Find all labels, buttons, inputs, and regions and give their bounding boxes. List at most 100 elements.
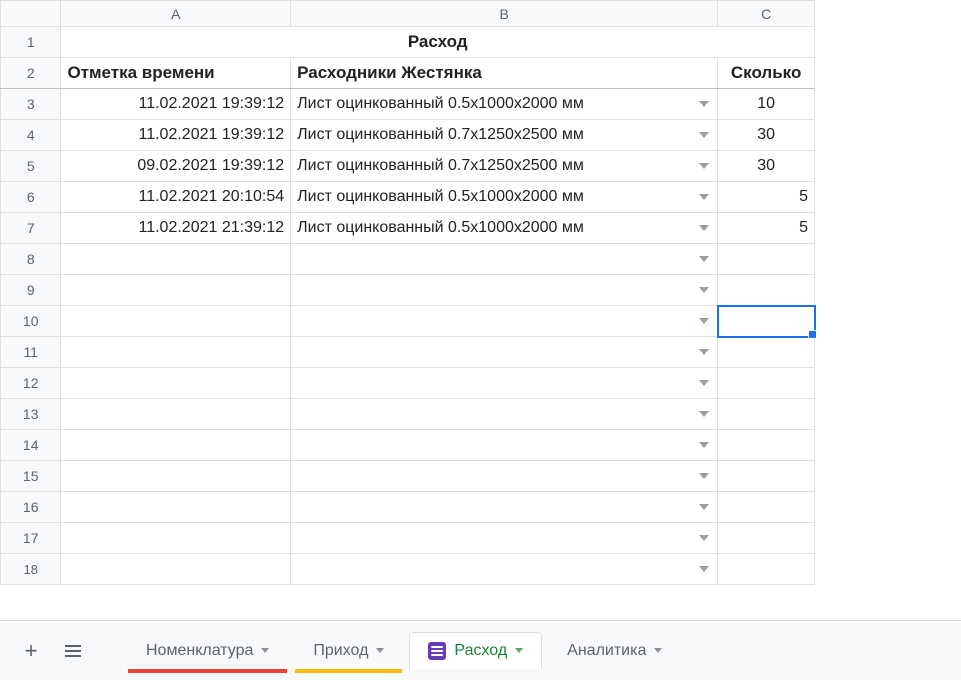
cell-A14[interactable] [61,430,291,461]
tab-nomenclature[interactable]: Номенклатура [128,633,287,669]
cell-B2[interactable]: Расходники Жестянка [291,58,718,89]
cell-C12[interactable] [718,368,815,399]
col-header-A[interactable]: A [61,1,291,27]
cell-C5[interactable]: 30 [718,151,815,182]
dropdown-icon[interactable] [699,101,709,107]
form-icon [428,642,446,660]
cell-B18[interactable] [291,554,718,585]
row-header-18[interactable]: 18 [1,554,61,585]
dropdown-icon[interactable] [699,256,709,262]
dropdown-icon[interactable] [699,535,709,541]
cell-A8[interactable] [61,244,291,275]
cell-B8[interactable] [291,244,718,275]
cell-C8[interactable] [718,244,815,275]
row-header-1[interactable]: 1 [1,27,61,58]
cell-A9[interactable] [61,275,291,306]
cell-A11[interactable] [61,337,291,368]
row-header-15[interactable]: 15 [1,461,61,492]
cell-C4[interactable]: 30 [718,120,815,151]
dropdown-icon[interactable] [699,380,709,386]
cell-A5[interactable]: 09.02.2021 19:39:12 [61,151,291,182]
dropdown-icon[interactable] [699,411,709,417]
cell-C18[interactable] [718,554,815,585]
cell-B7-text: Лист оцинкованный 0.5х1000х2000 мм [297,219,584,236]
row-header-12[interactable]: 12 [1,368,61,399]
dropdown-icon[interactable] [699,442,709,448]
row-header-5[interactable]: 5 [1,151,61,182]
cell-A17[interactable] [61,523,291,554]
cell-B9[interactable] [291,275,718,306]
row-header-2[interactable]: 2 [1,58,61,89]
cell-A18[interactable] [61,554,291,585]
cell-C16[interactable] [718,492,815,523]
cell-C2[interactable]: Сколько [718,58,815,89]
cell-A7[interactable]: 11.02.2021 21:39:12 [61,213,291,244]
cell-A6[interactable]: 11.02.2021 20:10:54 [61,182,291,213]
dropdown-icon[interactable] [699,504,709,510]
dropdown-icon[interactable] [699,566,709,572]
row-header-8[interactable]: 8 [1,244,61,275]
col-header-B[interactable]: B [291,1,718,27]
cell-C11[interactable] [718,337,815,368]
cell-B4[interactable]: Лист оцинкованный 0.7х1250х2500 мм [291,120,718,151]
cell-A12[interactable] [61,368,291,399]
cell-A10[interactable] [61,306,291,337]
col-header-C[interactable]: C [718,1,815,27]
cell-C6[interactable]: 5 [718,182,815,213]
dropdown-icon[interactable] [699,287,709,293]
dropdown-icon[interactable] [699,194,709,200]
cell-B7[interactable]: Лист оцинкованный 0.5х1000х2000 мм [291,213,718,244]
cell-B12[interactable] [291,368,718,399]
dropdown-icon[interactable] [699,473,709,479]
cell-B11[interactable] [291,337,718,368]
row-header-9[interactable]: 9 [1,275,61,306]
cell-A15[interactable] [61,461,291,492]
row-header-10[interactable]: 10 [1,306,61,337]
dropdown-icon[interactable] [699,225,709,231]
tab-label: Расход [454,642,507,660]
cell-C10-selected[interactable] [718,306,815,337]
cell-B13[interactable] [291,399,718,430]
dropdown-icon[interactable] [699,318,709,324]
select-all-corner[interactable] [1,1,61,27]
cell-B10[interactable] [291,306,718,337]
chevron-down-icon [261,648,269,653]
add-sheet-button[interactable]: + [14,634,48,668]
dropdown-icon[interactable] [699,132,709,138]
tab-analytics[interactable]: Аналитика [549,633,680,669]
row-header-4[interactable]: 4 [1,120,61,151]
cell-B17[interactable] [291,523,718,554]
cell-C7[interactable]: 5 [718,213,815,244]
row-header-16[interactable]: 16 [1,492,61,523]
tab-expense[interactable]: Расход [410,633,541,669]
cell-A13[interactable] [61,399,291,430]
row-header-11[interactable]: 11 [1,337,61,368]
cell-B15[interactable] [291,461,718,492]
row-header-13[interactable]: 13 [1,399,61,430]
cell-A2[interactable]: Отметка времени [61,58,291,89]
cell-B14[interactable] [291,430,718,461]
dropdown-icon[interactable] [699,349,709,355]
cell-C13[interactable] [718,399,815,430]
dropdown-icon[interactable] [699,163,709,169]
row-header-7[interactable]: 7 [1,213,61,244]
cell-C9[interactable] [718,275,815,306]
cell-A3[interactable]: 11.02.2021 19:39:12 [61,89,291,120]
cell-B3[interactable]: Лист оцинкованный 0.5х1000х2000 мм [291,89,718,120]
row-header-17[interactable]: 17 [1,523,61,554]
tab-income[interactable]: Приход [295,633,402,669]
cell-C14[interactable] [718,430,815,461]
cell-A4[interactable]: 11.02.2021 19:39:12 [61,120,291,151]
row-header-3[interactable]: 3 [1,89,61,120]
cell-C3[interactable]: 10 [718,89,815,120]
cell-B6[interactable]: Лист оцинкованный 0.5х1000х2000 мм [291,182,718,213]
cell-B5[interactable]: Лист оцинкованный 0.7х1250х2500 мм [291,151,718,182]
cell-C17[interactable] [718,523,815,554]
row-header-14[interactable]: 14 [1,430,61,461]
sheet-title-cell[interactable]: Расход [61,27,815,58]
all-sheets-button[interactable] [56,634,90,668]
row-header-6[interactable]: 6 [1,182,61,213]
cell-C15[interactable] [718,461,815,492]
cell-B16[interactable] [291,492,718,523]
cell-A16[interactable] [61,492,291,523]
